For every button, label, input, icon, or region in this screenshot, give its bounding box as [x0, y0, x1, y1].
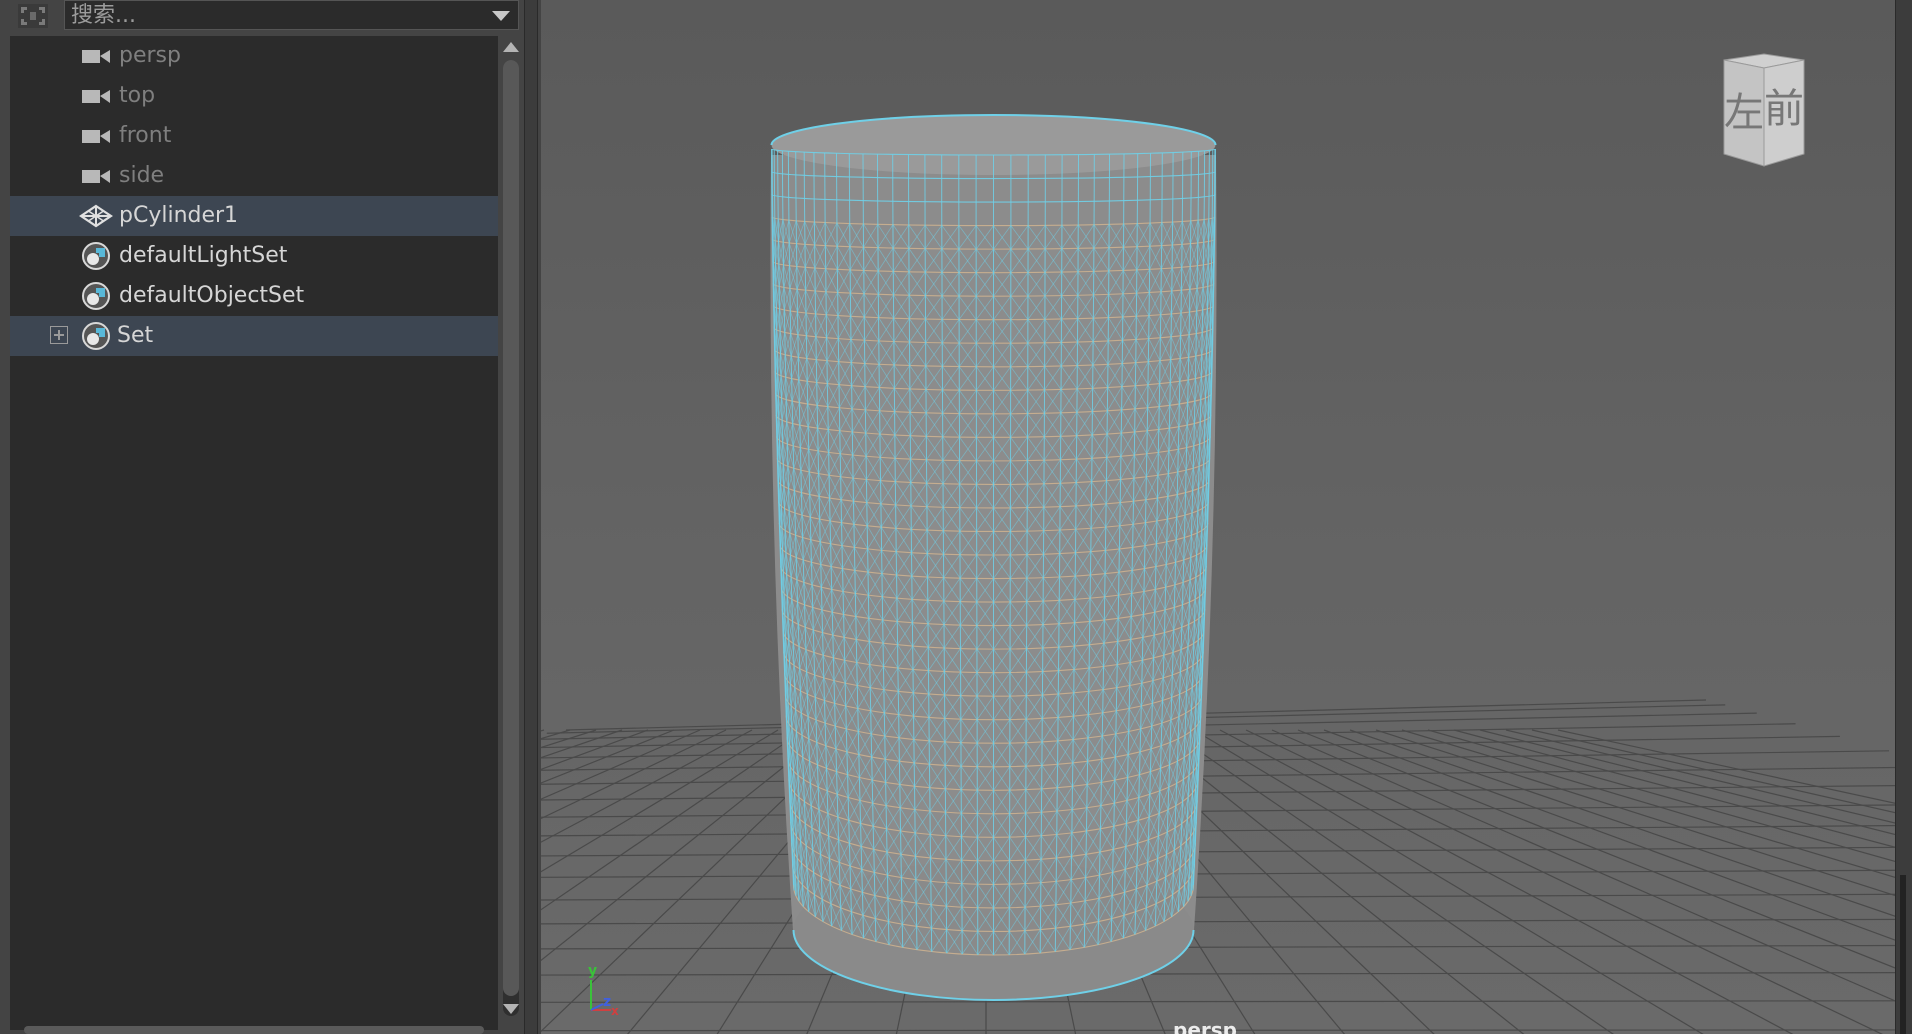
- outliner-item-set[interactable]: Set: [10, 316, 498, 356]
- grid-line: [1245, 729, 1884, 1034]
- axis-y-label: y: [588, 963, 597, 979]
- grid-line: [541, 824, 1912, 837]
- outliner-item-label: defaultObjectSet: [119, 283, 305, 308]
- outliner-item-defaultobjectset[interactable]: defaultObjectSet: [10, 276, 498, 316]
- axis-z-label: z: [603, 994, 611, 1010]
- grid-line: [1557, 729, 1912, 808]
- viewcube-front-face: 前: [1764, 86, 1804, 132]
- outliner-item-label: front: [119, 123, 172, 148]
- outliner-item-front[interactable]: front: [10, 116, 498, 156]
- scroll-thumb[interactable]: [503, 60, 519, 996]
- outliner-item-label: side: [119, 163, 165, 188]
- outliner-item-label: persp: [119, 43, 181, 68]
- grid-line: [541, 972, 1912, 976]
- grid-line: [541, 1000, 1912, 1003]
- grid-line: [1219, 729, 1794, 1034]
- panel-resize-handle[interactable]: [1900, 875, 1906, 1034]
- outliner-item-top[interactable]: top: [10, 76, 498, 116]
- outliner-tree: persp top front side pCylinder1 defaultL…: [10, 36, 498, 1030]
- expand-icon[interactable]: [50, 326, 68, 344]
- grid-line: [541, 729, 779, 873]
- camera-name-label: persp: [1173, 1018, 1237, 1034]
- camera-icon: [78, 41, 114, 71]
- viewcube[interactable]: 左 前: [1694, 50, 1834, 170]
- grid-line: [541, 804, 1912, 818]
- camera-icon: [78, 81, 114, 111]
- outliner-item-label: pCylinder1: [119, 203, 239, 228]
- camera-icon: [78, 161, 114, 191]
- ground-grid: [541, 699, 1912, 1034]
- axis-x-label: x: [611, 1004, 619, 1018]
- cylinder-wireframe: [770, 114, 1217, 1001]
- set-icon: [78, 241, 114, 271]
- viewport-3d[interactable]: 左 前 y z x persp: [541, 0, 1912, 1034]
- outliner-item-persp[interactable]: persp: [10, 36, 498, 76]
- mesh-transform-icon: [78, 201, 114, 231]
- outliner-item-label: top: [119, 83, 156, 108]
- grid-line: [1453, 729, 1912, 853]
- search-dropdown-arrow-icon[interactable]: [492, 11, 510, 21]
- scroll-track[interactable]: [503, 60, 519, 1016]
- outliner-item-pcylinder1[interactable]: pCylinder1: [10, 196, 498, 236]
- outliner-item-side[interactable]: side: [10, 156, 498, 196]
- grid-line: [1375, 729, 1912, 902]
- outliner-item-label: Set: [117, 323, 154, 348]
- panel-splitter[interactable]: [524, 0, 538, 1034]
- set-icon: [78, 321, 114, 351]
- grid-line: [1427, 729, 1912, 867]
- set-icon: [78, 281, 114, 311]
- outliner-horizontal-scrollbar[interactable]: [24, 1026, 484, 1034]
- outliner-panel: persp top front side: [0, 0, 537, 1034]
- grid-line: [541, 729, 571, 740]
- grid-line: [541, 729, 753, 843]
- search-input[interactable]: [69, 1, 471, 29]
- search-field[interactable]: [64, 0, 519, 30]
- outliner-vertical-scrollbar[interactable]: [500, 36, 522, 1030]
- viewcube-left-face: 左: [1724, 90, 1764, 136]
- outliner-item-label: defaultLightSet: [119, 243, 288, 268]
- scroll-up-arrow-icon[interactable]: [503, 42, 519, 52]
- grid-line: [1401, 729, 1912, 884]
- filter-icon[interactable]: [17, 3, 49, 29]
- right-panel-edge: [1895, 0, 1912, 1034]
- grid-line: [1349, 729, 1912, 923]
- outliner-toolbar: [0, 0, 536, 34]
- scroll-down-arrow-icon[interactable]: [503, 1004, 519, 1014]
- grid-line: [541, 729, 545, 732]
- axis-indicator: y z x: [581, 960, 641, 1020]
- outliner-item-defaultlightset[interactable]: defaultLightSet: [10, 236, 498, 276]
- camera-icon: [78, 121, 114, 151]
